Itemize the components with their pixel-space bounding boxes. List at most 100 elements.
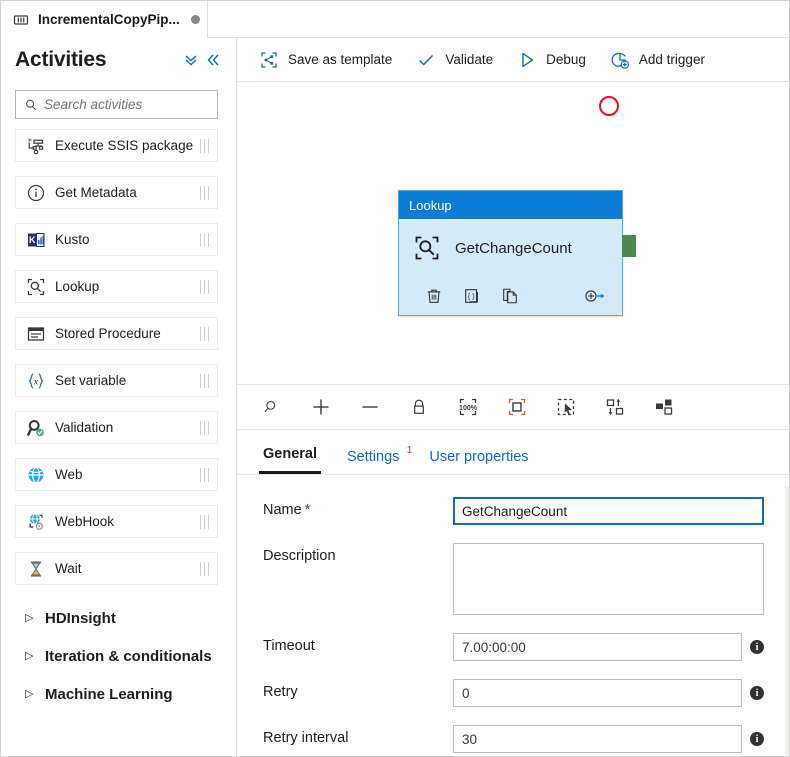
search-activities-box[interactable] xyxy=(15,90,218,119)
delete-activity-button[interactable] xyxy=(415,282,453,310)
activity-group-hdinsight[interactable]: ▷ HDInsight xyxy=(15,599,218,637)
pipeline-tab[interactable]: IncrementalCopyPip... xyxy=(1,1,208,38)
description-input[interactable] xyxy=(453,543,764,615)
select-mode-button[interactable] xyxy=(553,394,579,420)
retry-info-icon[interactable]: i xyxy=(750,686,764,700)
field-row-retry-interval: Retry interval i xyxy=(237,725,789,753)
drag-handle-icon[interactable] xyxy=(200,326,209,341)
activity-label: Get Metadata xyxy=(55,185,137,200)
validation-icon xyxy=(27,419,44,436)
zoom-out-button[interactable] xyxy=(357,394,383,420)
command-label: Validate xyxy=(445,52,494,67)
activity-label: Validation xyxy=(55,420,114,435)
label-text: Timeout xyxy=(263,638,315,654)
zoom-100-percent-button[interactable]: 100% xyxy=(455,394,481,420)
pipeline-canvas[interactable]: Lookup GetChangeCount {} xyxy=(237,82,789,385)
field-label-description: Description xyxy=(263,543,453,564)
activity-node-getchangecount[interactable]: Lookup GetChangeCount {} xyxy=(398,190,623,316)
play-triangle-icon xyxy=(522,52,534,67)
drag-handle-icon[interactable] xyxy=(200,420,209,435)
timeout-input[interactable] xyxy=(453,633,742,661)
drag-handle-icon[interactable] xyxy=(200,373,209,388)
search-icon xyxy=(26,99,37,110)
drag-handle-icon[interactable] xyxy=(200,138,209,153)
add-trigger-button[interactable]: Add trigger xyxy=(606,45,717,75)
activity-list: Execute SSIS package Get Metadata K Kust… xyxy=(1,129,236,713)
code-brackets-icon: { } xyxy=(465,289,478,303)
field-row-retry: Retry i xyxy=(237,679,789,707)
tab-user-properties[interactable]: User properties xyxy=(425,449,532,474)
tab-settings[interactable]: Settings 1 xyxy=(343,444,412,474)
activity-item-web[interactable]: Web xyxy=(15,458,218,491)
view-code-button[interactable]: { } xyxy=(453,282,491,310)
command-label: Debug xyxy=(546,52,586,67)
lookup-icon xyxy=(415,236,439,260)
zoom-search-icon[interactable] xyxy=(259,394,285,420)
drag-handle-icon[interactable] xyxy=(200,232,209,247)
collapse-all-icon[interactable] xyxy=(180,49,202,71)
name-input[interactable] xyxy=(453,497,764,525)
label-text: Retry interval xyxy=(263,730,349,746)
tab-label: Settings xyxy=(347,449,400,465)
activity-item-wait[interactable]: Wait xyxy=(15,552,218,585)
zoom-in-button[interactable] xyxy=(308,394,334,420)
activity-label: WebHook xyxy=(55,514,115,529)
activity-group-machine-learning[interactable]: ▷ Machine Learning xyxy=(15,675,218,713)
label-text: Description xyxy=(263,548,336,564)
activity-label: Set variable xyxy=(55,373,127,388)
properties-tab-strip: General Settings 1 User properties xyxy=(237,430,789,475)
svg-text:{ }: { } xyxy=(468,292,475,301)
save-as-template-button[interactable]: Save as template xyxy=(255,45,404,75)
stored-procedure-icon xyxy=(27,326,45,341)
add-output-connection-button[interactable] xyxy=(576,282,614,310)
layout-button[interactable] xyxy=(651,394,677,420)
pipeline-icon xyxy=(13,14,29,25)
svg-text:x: x xyxy=(33,377,39,387)
clone-activity-button[interactable] xyxy=(491,282,529,310)
success-connector-handle[interactable] xyxy=(622,235,636,257)
activity-item-validation[interactable]: Validation xyxy=(15,411,218,444)
search-input[interactable] xyxy=(44,97,214,112)
label-text: Name xyxy=(263,502,302,518)
activity-item-kusto[interactable]: K Kusto xyxy=(15,223,218,256)
chevron-right-icon: ▷ xyxy=(25,687,34,700)
zoom-to-fit-button[interactable] xyxy=(504,394,530,420)
drag-handle-icon[interactable] xyxy=(200,279,209,294)
set-variable-icon: x xyxy=(28,372,44,389)
tab-general[interactable]: General xyxy=(259,446,321,474)
activity-item-execute-ssis-package[interactable]: Execute SSIS package xyxy=(15,129,218,162)
lock-canvas-button[interactable] xyxy=(406,394,432,420)
activity-label: Stored Procedure xyxy=(55,326,161,341)
command-label: Add trigger xyxy=(638,52,705,67)
field-label-retry: Retry xyxy=(263,679,453,700)
activity-item-get-metadata[interactable]: Get Metadata xyxy=(15,176,218,209)
activity-item-lookup[interactable]: Lookup xyxy=(15,270,218,303)
activity-item-set-variable[interactable]: x Set variable xyxy=(15,364,218,397)
activity-group-iteration-conditionals[interactable]: ▷ Iteration & conditionals xyxy=(15,637,218,675)
drag-handle-icon[interactable] xyxy=(200,561,209,576)
retry-input[interactable] xyxy=(453,679,742,707)
collapse-panel-icon[interactable] xyxy=(202,49,224,71)
drag-handle-icon[interactable] xyxy=(200,467,209,482)
error-circle-icon xyxy=(599,96,619,116)
drag-handle-icon[interactable] xyxy=(200,185,209,200)
activity-group-label: HDInsight xyxy=(45,609,116,627)
retry-interval-input[interactable] xyxy=(453,725,742,753)
drag-handle-icon[interactable] xyxy=(200,514,209,529)
timeout-info-icon[interactable]: i xyxy=(750,640,764,654)
wait-icon xyxy=(31,560,41,577)
pipeline-editor-pane: Save as template Validate Debug Add trig… xyxy=(237,38,789,756)
activity-node-type: Lookup xyxy=(409,197,452,213)
properties-scrollbar[interactable] xyxy=(785,486,789,756)
field-label-timeout: Timeout xyxy=(263,633,453,654)
retry-interval-info-icon[interactable]: i xyxy=(750,732,764,746)
activity-item-stored-procedure[interactable]: Stored Procedure xyxy=(15,317,218,350)
execute-ssis-package-icon xyxy=(28,137,44,154)
debug-button[interactable]: Debug xyxy=(513,45,598,75)
auto-align-button[interactable] xyxy=(602,394,628,420)
pipeline-command-bar: Save as template Validate Debug Add trig… xyxy=(237,38,789,82)
activity-item-webhook[interactable]: WebHook xyxy=(15,505,218,538)
command-label: Save as template xyxy=(288,52,393,67)
validate-button[interactable]: Validate xyxy=(412,45,505,75)
unsaved-changes-dot xyxy=(190,15,200,24)
